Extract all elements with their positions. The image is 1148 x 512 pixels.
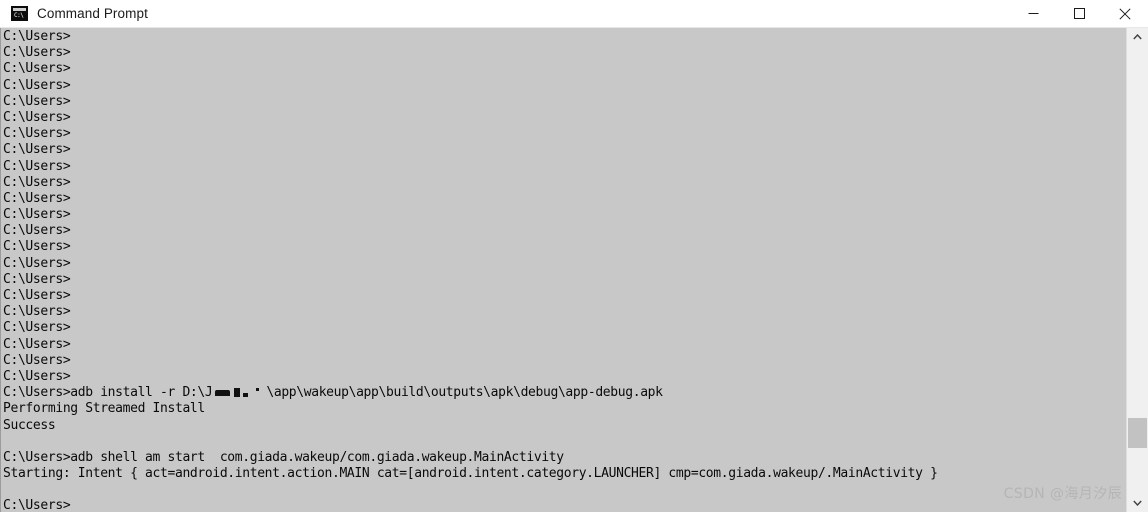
console-line-prompt: C:\Users> xyxy=(3,158,71,174)
scroll-down-button[interactable] xyxy=(1127,494,1148,512)
redacted-path-segment xyxy=(212,386,266,398)
console-line-prompt: C:\Users> xyxy=(3,77,71,93)
minimize-button[interactable] xyxy=(1010,0,1056,28)
console-icon-glyph: C:\ xyxy=(14,12,24,19)
scrollbar-thumb[interactable] xyxy=(1128,418,1147,448)
console-icon: C:\ xyxy=(11,6,28,21)
command-prompt-window: C:\ Command Prompt C:\Users> C:\Users> C:\… xyxy=(0,0,1148,512)
console-line-command: C:\Users>adb shell am start com.giada.wa… xyxy=(3,449,564,465)
scroll-up-button[interactable] xyxy=(1127,28,1148,46)
console-line-prompt: C:\Users> xyxy=(3,223,71,239)
chevron-up-icon xyxy=(1133,34,1142,40)
console-line-prompt: C:\Users> xyxy=(3,93,71,109)
console-line-prompt: C:\Users> xyxy=(3,368,71,384)
console-line-prompt: C:\Users> xyxy=(3,498,71,512)
vertical-scrollbar[interactable] xyxy=(1126,28,1148,512)
console-line-prompt: C:\Users> xyxy=(3,190,71,206)
console-line-output: Success xyxy=(3,417,56,433)
console-line-prompt: C:\Users> xyxy=(3,174,71,190)
console-line-prompt: C:\Users> xyxy=(3,255,71,271)
console-output-area[interactable]: C:\Users> C:\Users> C:\Users> C:\Users> C:\U… xyxy=(0,28,1148,512)
scrollbar-track[interactable] xyxy=(1127,46,1148,494)
console-line-prompt: C:\Users> xyxy=(3,29,71,44)
titlebar[interactable]: C:\ Command Prompt xyxy=(0,0,1148,28)
console-line-output: Performing Streamed Install xyxy=(3,401,205,417)
minimize-icon xyxy=(1028,13,1038,14)
console-line-prompt: C:\Users> xyxy=(3,288,71,303)
console-line-prompt: C:\Users> xyxy=(3,304,71,320)
console-line-prompt: C:\Users> xyxy=(3,207,71,223)
close-icon xyxy=(1119,7,1131,20)
console-line-prompt: C:\Users> xyxy=(3,352,71,368)
close-button[interactable] xyxy=(1102,0,1148,28)
maximize-icon xyxy=(1073,8,1085,19)
console-line-prompt: C:\Users> xyxy=(3,126,71,142)
console-line-prompt: C:\Users> xyxy=(3,45,71,61)
console-line-prompt: C:\Users> xyxy=(3,142,71,158)
console-text: C:\Users> C:\Users> C:\Users> C:\Users> C:\U… xyxy=(3,29,1123,512)
chevron-down-icon xyxy=(1133,500,1142,506)
console-line-output: Starting: Intent { act=android.intent.ac… xyxy=(3,466,938,482)
console-line-prompt: C:\Users> xyxy=(3,239,71,255)
console-line-command: C:\Users>adb install -r D:\J \app\wakeup\… xyxy=(3,385,663,401)
console-line-prompt: C:\Users> xyxy=(3,61,71,77)
maximize-button[interactable] xyxy=(1056,0,1102,28)
console-line-prompt: C:\Users> xyxy=(3,271,71,287)
console-line-prompt: C:\Users> xyxy=(3,336,71,352)
window-title: Command Prompt xyxy=(37,6,148,21)
console-line-prompt: C:\Users> xyxy=(3,320,71,336)
console-line-prompt: C:\Users> xyxy=(3,109,71,125)
